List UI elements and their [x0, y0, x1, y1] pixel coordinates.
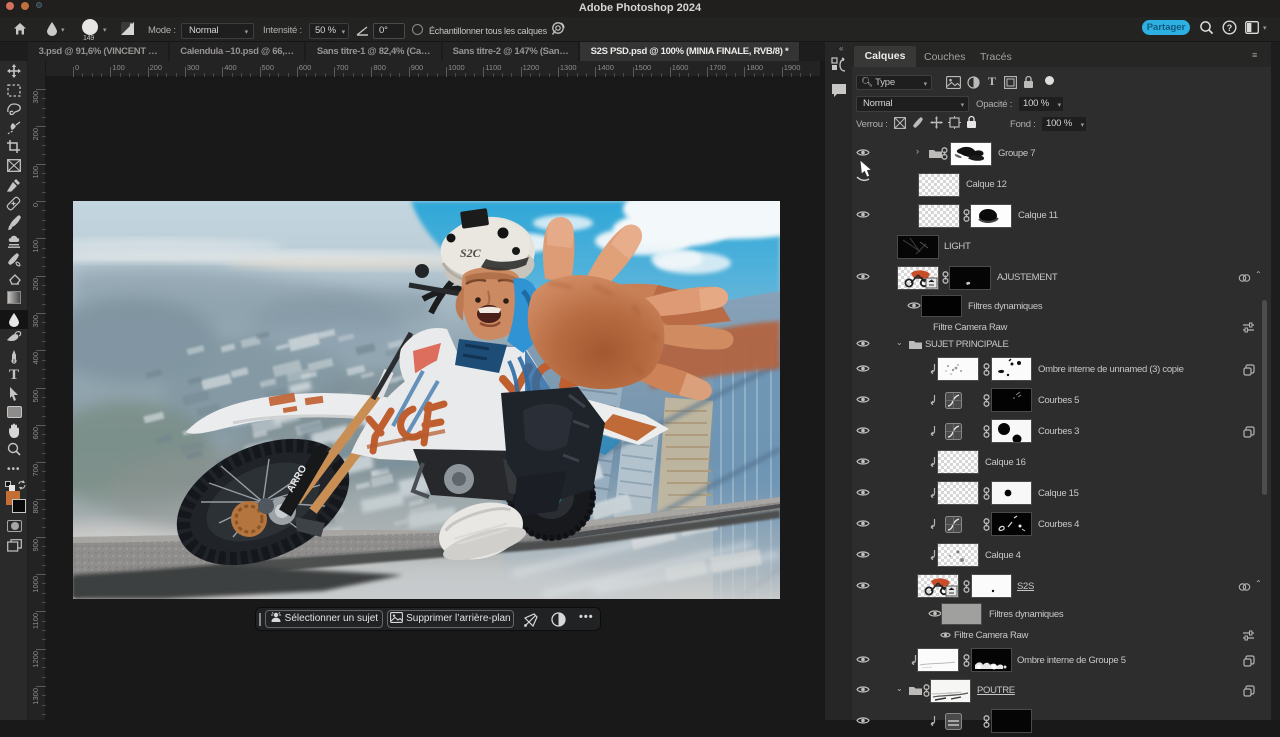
svg-text:?: ?: [1227, 23, 1233, 33]
svg-text:S2C: S2C: [460, 246, 482, 260]
